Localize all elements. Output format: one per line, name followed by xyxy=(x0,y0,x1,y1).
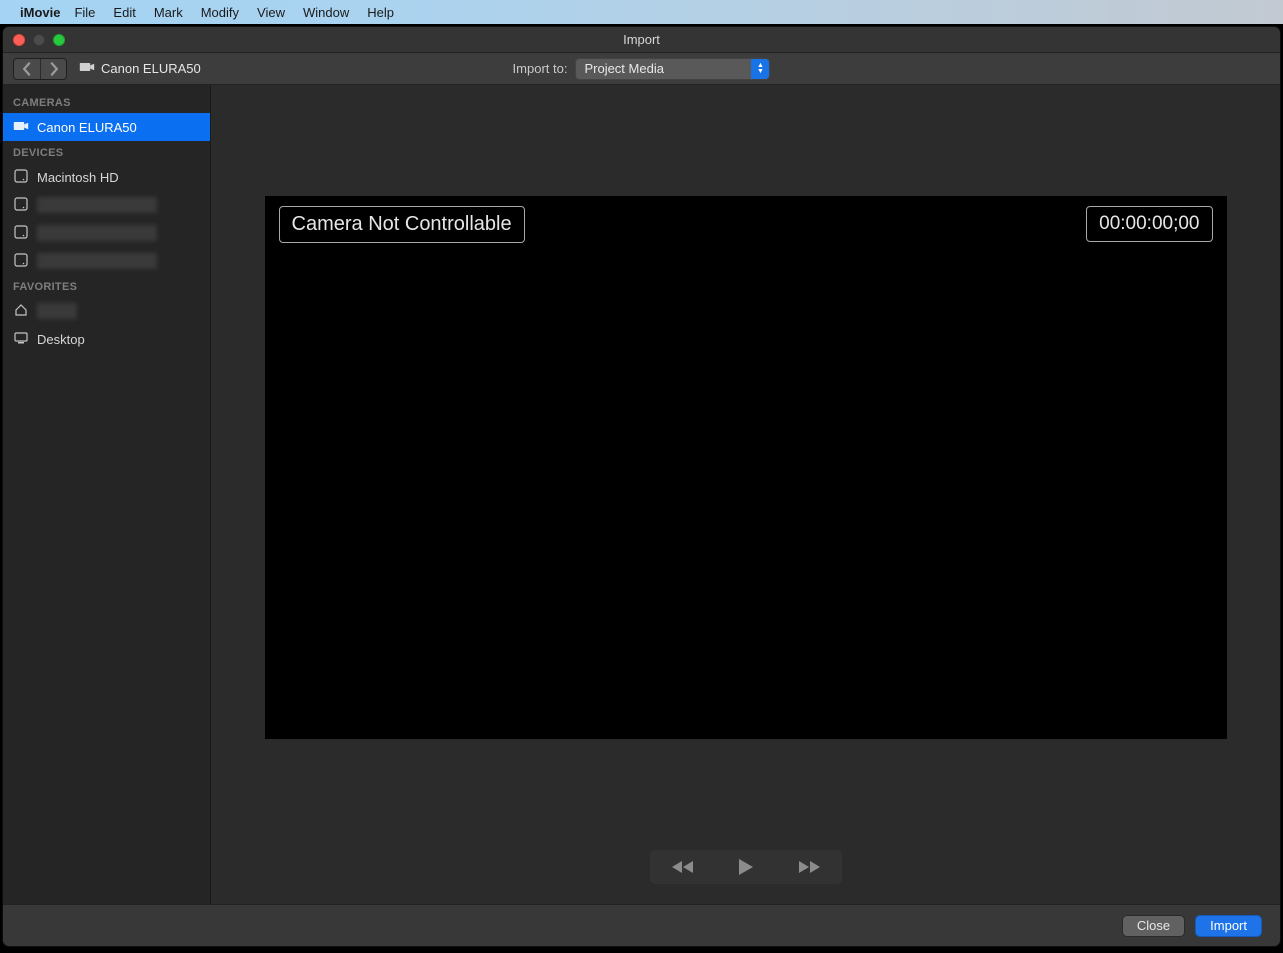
sidebar-header-favorites: FAVORITES xyxy=(3,275,210,297)
close-window-button[interactable] xyxy=(13,34,25,46)
main-pane: Camera Not Controllable 00:00:00;00 xyxy=(211,85,1280,904)
timecode-overlay: 00:00:00;00 xyxy=(1086,206,1212,242)
camera-icon xyxy=(79,60,95,78)
sidebar-item-device[interactable] xyxy=(3,247,210,275)
nav-segment xyxy=(13,58,67,80)
menu-modify[interactable]: Modify xyxy=(201,5,239,20)
import-button[interactable]: Import xyxy=(1195,915,1262,937)
macos-menubar: iMovie File Edit Mark Modify View Window… xyxy=(0,0,1283,24)
import-to-group: Import to: Project Media ▲▼ xyxy=(513,58,771,80)
sidebar-item-label: Macintosh HD xyxy=(37,170,119,185)
menu-window[interactable]: Window xyxy=(303,5,349,20)
sidebar-item-label xyxy=(37,253,157,269)
play-icon xyxy=(738,858,754,876)
sidebar-item-label: Canon ELURA50 xyxy=(37,120,137,135)
traffic-lights xyxy=(13,34,65,46)
menu-mark[interactable]: Mark xyxy=(154,5,183,20)
disk-icon xyxy=(13,197,29,214)
sidebar-item-label xyxy=(37,225,157,241)
sidebar: CAMERAS Canon ELURA50 DEVICES Macintosh … xyxy=(3,85,211,904)
toolbar: Canon ELURA50 Import to: Project Media ▲… xyxy=(3,53,1280,85)
location-label: Canon ELURA50 xyxy=(101,61,201,76)
import-window: Import Canon ELURA50 Import to: Project … xyxy=(2,26,1281,947)
disk-icon xyxy=(13,225,29,242)
sidebar-item-label: Desktop xyxy=(37,332,85,347)
import-to-label: Import to: xyxy=(513,61,568,76)
app-menu[interactable]: iMovie xyxy=(20,5,60,20)
disk-icon xyxy=(13,253,29,270)
menu-file[interactable]: File xyxy=(74,5,95,20)
sidebar-item-desktop[interactable]: Desktop xyxy=(3,325,210,353)
window-body: CAMERAS Canon ELURA50 DEVICES Macintosh … xyxy=(3,85,1280,904)
play-button[interactable] xyxy=(721,858,771,876)
back-button[interactable] xyxy=(14,59,40,79)
import-to-value: Project Media xyxy=(584,61,663,76)
camera-icon xyxy=(13,120,29,135)
home-icon xyxy=(13,303,29,320)
import-to-dropdown[interactable]: Project Media ▲▼ xyxy=(575,58,770,80)
menu-view[interactable]: View xyxy=(257,5,285,20)
video-preview: Camera Not Controllable 00:00:00;00 xyxy=(265,196,1227,739)
footer: Close Import xyxy=(3,904,1280,946)
minimize-window-button xyxy=(33,34,45,46)
disk-icon xyxy=(13,169,29,186)
dropdown-stepper-icon: ▲▼ xyxy=(751,59,769,79)
chevron-right-icon xyxy=(47,62,61,76)
sidebar-item-device[interactable] xyxy=(3,219,210,247)
menu-edit[interactable]: Edit xyxy=(113,5,135,20)
preview-area: Camera Not Controllable 00:00:00;00 xyxy=(211,85,1280,850)
desktop-icon xyxy=(13,331,29,348)
camera-status-overlay: Camera Not Controllable xyxy=(279,206,525,243)
fast-forward-button[interactable] xyxy=(785,860,835,874)
sidebar-item-home[interactable] xyxy=(3,297,210,325)
sidebar-header-cameras: CAMERAS xyxy=(3,91,210,113)
rewind-icon xyxy=(671,860,693,874)
forward-button[interactable] xyxy=(40,59,66,79)
fast-forward-icon xyxy=(799,860,821,874)
zoom-window-button[interactable] xyxy=(53,34,65,46)
transport-controls xyxy=(650,850,842,884)
sidebar-item-device[interactable]: Macintosh HD xyxy=(3,163,210,191)
sidebar-header-devices: DEVICES xyxy=(3,141,210,163)
chevron-left-icon xyxy=(20,62,34,76)
menu-help[interactable]: Help xyxy=(367,5,394,20)
sidebar-item-camera[interactable]: Canon ELURA50 xyxy=(3,113,210,141)
sidebar-item-label xyxy=(37,197,157,213)
close-button[interactable]: Close xyxy=(1122,915,1185,937)
sidebar-item-label xyxy=(37,303,77,319)
window-title: Import xyxy=(623,32,660,47)
titlebar: Import xyxy=(3,27,1280,53)
rewind-button[interactable] xyxy=(657,860,707,874)
sidebar-item-device[interactable] xyxy=(3,191,210,219)
